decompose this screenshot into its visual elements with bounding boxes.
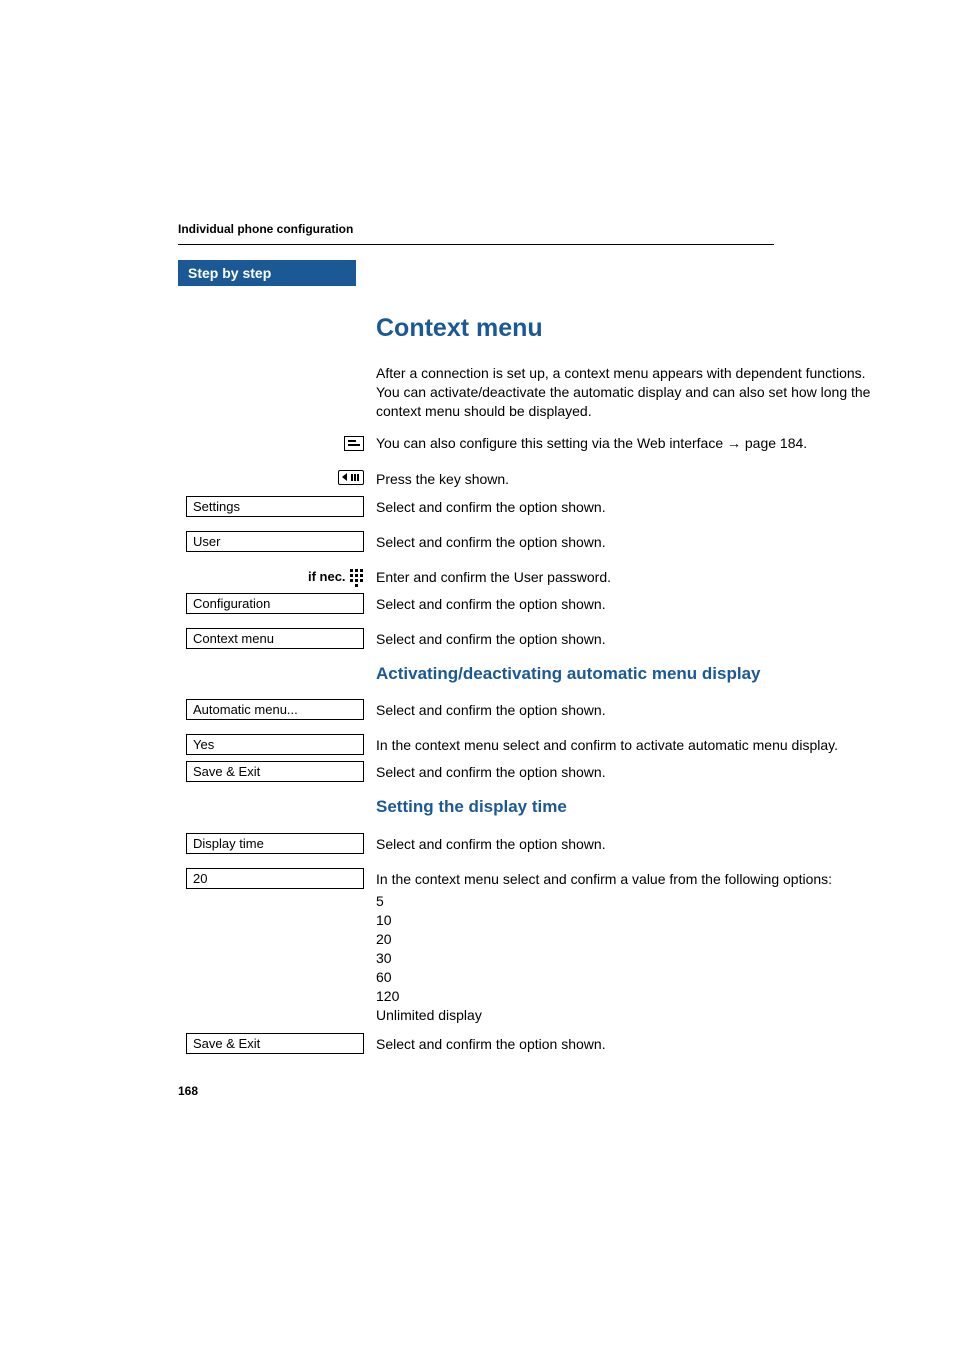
value-item: 120 [376,987,874,1006]
option-configuration[interactable]: Configuration [186,593,364,614]
settings-desc: Select and confirm the option shown. [376,496,874,517]
value-item: 5 [376,892,874,911]
configuration-desc: Select and confirm the option shown. [376,593,874,614]
option-save-exit-1[interactable]: Save & Exit [186,761,364,782]
subtitle-display-time: Setting the display time [376,796,874,818]
web-note-page: page 184. [741,435,807,451]
save-exit-desc-1: Select and confirm the option shown. [376,761,874,782]
keypad-icon [350,569,364,585]
arrow-icon: → [727,435,741,451]
yes-desc: In the context menu select and confirm t… [376,734,874,755]
web-interface-icon [344,436,364,451]
option-settings[interactable]: Settings [186,496,364,517]
step-by-step-banner: Step by step [178,260,356,286]
value-item: 60 [376,968,874,987]
option-automatic-menu[interactable]: Automatic menu... [186,699,364,720]
option-context-menu[interactable]: Context menu [186,628,364,649]
automatic-menu-desc: Select and confirm the option shown. [376,699,874,720]
password-desc: Enter and confirm the User password. [376,566,874,587]
header-rule [178,244,774,245]
value-item: Unlimited display [376,1006,874,1025]
value-item: 30 [376,949,874,968]
page-number: 168 [178,1084,874,1098]
web-interface-note: You can also configure this setting via … [376,434,874,453]
running-header: Individual phone configuration [178,222,353,236]
web-note-text: You can also configure this setting via … [376,435,727,451]
value-intro: In the context menu select and confirm a… [376,870,874,889]
value-item: 10 [376,911,874,930]
option-save-exit-2[interactable]: Save & Exit [186,1033,364,1054]
intro-paragraph: After a connection is set up, a context … [376,364,874,421]
option-user[interactable]: User [186,531,364,552]
save-exit-desc-2: Select and confirm the option shown. [376,1033,874,1054]
subtitle-activate: Activating/deactivating automatic menu d… [376,663,874,685]
option-value-20[interactable]: 20 [186,868,364,889]
option-display-time[interactable]: Display time [186,833,364,854]
press-key-text: Press the key shown. [376,470,874,489]
section-title: Context menu [376,312,874,346]
if-nec-label: if nec. [308,569,346,584]
display-time-desc: Select and confirm the option shown. [376,833,874,854]
user-desc: Select and confirm the option shown. [376,531,874,552]
context-menu-desc: Select and confirm the option shown. [376,628,874,649]
value-item: 20 [376,930,874,949]
option-yes[interactable]: Yes [186,734,364,755]
value-list: 5 10 20 30 60 120 Unlimited display [376,892,874,1024]
menu-key-icon [338,470,364,485]
